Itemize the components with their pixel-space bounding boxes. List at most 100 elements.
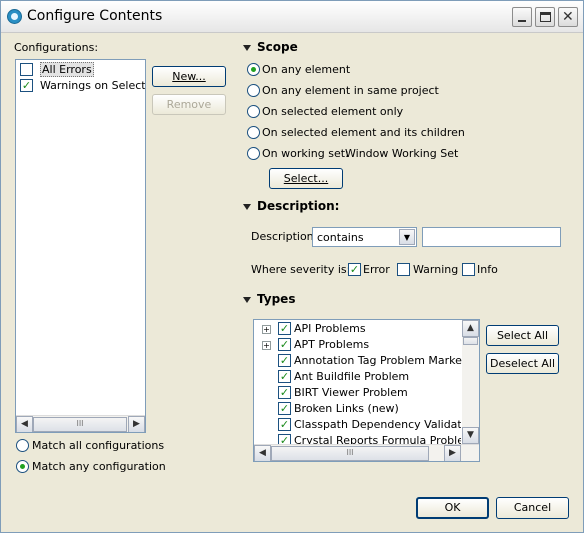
config-checkbox[interactable] <box>20 63 33 76</box>
scope-label-any-element[interactable]: On any element <box>262 63 350 76</box>
scope-radio-selected-only[interactable] <box>247 105 260 118</box>
scroll-up-icon[interactable]: ▲ <box>462 320 479 337</box>
tree-item-apt-problems[interactable]: + APT Problems <box>254 337 461 353</box>
type-label: APT Problems <box>294 338 370 351</box>
new-button[interactable]: New... <box>152 66 226 87</box>
working-set-value: Window Working Set <box>345 147 459 160</box>
select-all-button[interactable]: Select All <box>486 325 559 346</box>
type-label: BIRT Viewer Problem <box>294 386 408 399</box>
type-checkbox[interactable] <box>278 354 291 367</box>
scroll-left-icon[interactable]: ◀ <box>254 445 271 461</box>
cancel-button-label: Cancel <box>513 501 552 514</box>
scope-radio-working-set[interactable] <box>247 147 260 160</box>
severity-warning-label[interactable]: Warning <box>413 263 458 276</box>
severity-warning-checkbox[interactable] <box>397 263 410 276</box>
config-item-label: Warnings on Selection <box>40 79 146 92</box>
type-checkbox[interactable] <box>278 370 291 383</box>
deselect-all-button[interactable]: Deselect All <box>486 353 559 374</box>
minimize-button[interactable] <box>512 7 532 27</box>
scroll-right-icon[interactable]: ▶ <box>128 416 145 432</box>
description-operator-select[interactable]: contains ▼ <box>312 227 417 247</box>
scroll-thumb[interactable] <box>463 337 478 345</box>
select-button-label: Select... <box>283 172 329 185</box>
close-icon: ✕ <box>562 9 574 25</box>
collapse-triangle-icon[interactable] <box>243 297 251 303</box>
config-list-hscrollbar[interactable]: ◀ III ▶ <box>16 415 145 432</box>
new-button-label: New... <box>172 70 206 83</box>
close-button[interactable]: ✕ <box>558 7 578 27</box>
severity-label: Where severity is: <box>251 263 351 276</box>
severity-error-label[interactable]: Error <box>363 263 390 276</box>
scope-label-selected-children[interactable]: On selected element and its children <box>262 126 465 139</box>
severity-info-label[interactable]: Info <box>477 263 498 276</box>
tree-item-crystal-reports[interactable]: Crystal Reports Formula Problem <box>254 433 461 444</box>
types-vscrollbar[interactable]: ▲ ▼ <box>462 320 479 444</box>
expand-icon[interactable]: + <box>262 325 271 334</box>
minimize-icon <box>518 20 526 22</box>
tree-item-ant-buildfile[interactable]: Ant Buildfile Problem <box>254 369 461 385</box>
scope-heading[interactable]: Scope <box>257 40 298 54</box>
types-hscrollbar[interactable]: ◀ III ▶ <box>254 444 479 461</box>
collapse-triangle-icon[interactable] <box>243 45 251 51</box>
config-item-label: All Errors <box>40 62 94 77</box>
match-any-radio[interactable] <box>16 460 29 473</box>
description-text-input[interactable] <box>422 227 561 247</box>
severity-error-checkbox[interactable] <box>348 263 361 276</box>
scroll-thumb[interactable]: III <box>33 417 127 432</box>
type-label: API Problems <box>294 322 366 335</box>
tree-item-annotation-tag[interactable]: Annotation Tag Problem Marker <box>254 353 466 369</box>
match-all-label[interactable]: Match all configurations <box>32 439 164 452</box>
type-label: Annotation Tag Problem Marker <box>294 354 467 367</box>
type-checkbox[interactable] <box>278 386 291 399</box>
cancel-button[interactable]: Cancel <box>496 497 569 519</box>
type-checkbox[interactable] <box>278 402 291 415</box>
type-label: Ant Buildfile Problem <box>294 370 410 383</box>
type-label: Classpath Dependency Validator Message <box>294 418 461 431</box>
scope-radio-selected-children[interactable] <box>247 126 260 139</box>
scope-radio-same-project[interactable] <box>247 84 260 97</box>
remove-button-label: Remove <box>166 98 212 111</box>
scope-radio-any-element[interactable] <box>247 63 260 76</box>
remove-button[interactable]: Remove <box>152 94 226 115</box>
match-any-label[interactable]: Match any configuration <box>32 460 166 473</box>
maximize-icon <box>540 12 551 22</box>
scope-label-working-set[interactable]: On working set: <box>262 147 349 160</box>
type-checkbox[interactable] <box>278 322 291 335</box>
tree-item-api-problems[interactable]: + API Problems <box>254 321 461 337</box>
deselect-all-label: Deselect All <box>489 357 556 370</box>
type-checkbox[interactable] <box>278 434 291 444</box>
scroll-down-icon[interactable]: ▼ <box>462 427 479 444</box>
type-checkbox[interactable] <box>278 338 291 351</box>
description-field-label: Description <box>251 230 314 243</box>
operator-value: contains <box>317 231 364 244</box>
types-heading[interactable]: Types <box>257 292 295 306</box>
title-bar: Configure Contents ✕ <box>1 1 583 33</box>
description-heading[interactable]: Description: <box>257 199 339 213</box>
severity-info-checkbox[interactable] <box>462 263 475 276</box>
dialog-title: Configure Contents <box>27 8 163 24</box>
tree-item-classpath-dependency[interactable]: Classpath Dependency Validator Message <box>254 417 461 433</box>
maximize-button[interactable] <box>535 7 555 27</box>
match-all-radio[interactable] <box>16 439 29 452</box>
types-tree[interactable]: + API Problems + APT Problems Annotation… <box>253 319 480 462</box>
expand-icon[interactable]: + <box>262 341 271 350</box>
scroll-left-icon[interactable]: ◀ <box>16 416 33 432</box>
app-icon <box>7 9 22 24</box>
scroll-right-icon[interactable]: ▶ <box>444 445 461 461</box>
scroll-thumb[interactable]: III <box>271 446 429 461</box>
config-checkbox[interactable] <box>20 79 33 92</box>
type-label: Crystal Reports Formula Problem <box>294 434 461 444</box>
scope-label-same-project[interactable]: On any element in same project <box>262 84 439 97</box>
chevron-down-icon[interactable]: ▼ <box>399 229 415 245</box>
select-working-set-button[interactable]: Select... <box>269 168 343 189</box>
select-all-label: Select All <box>496 329 549 342</box>
type-label: Broken Links (new) <box>294 402 399 415</box>
configure-contents-dialog: Configure Contents ✕ Configurations: All… <box>0 0 584 533</box>
ok-button[interactable]: OK <box>416 497 489 519</box>
collapse-triangle-icon[interactable] <box>243 204 251 210</box>
tree-item-broken-links[interactable]: Broken Links (new) <box>254 401 461 417</box>
type-checkbox[interactable] <box>278 418 291 431</box>
tree-item-birt-viewer[interactable]: BIRT Viewer Problem <box>254 385 461 401</box>
configurations-list[interactable]: All Errors Warnings on Selection ◀ III ▶ <box>15 59 146 433</box>
scope-label-selected-only[interactable]: On selected element only <box>262 105 403 118</box>
